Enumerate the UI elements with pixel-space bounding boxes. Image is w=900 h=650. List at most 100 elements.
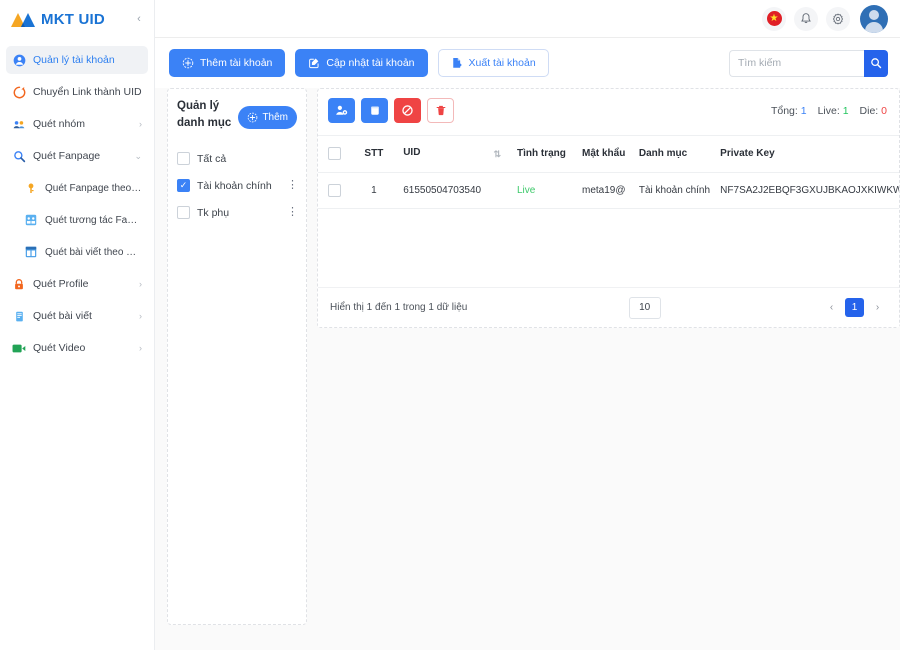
user-settings-icon [336, 105, 348, 115]
chevron-left-icon[interactable]: ‹ [132, 12, 146, 26]
ban-icon [402, 105, 413, 116]
search-input[interactable] [729, 49, 864, 77]
sidebar-item-quet-profile[interactable]: Quét Profile › [6, 270, 148, 298]
column-danh-muc: Danh mục [630, 136, 713, 173]
main-area: ★ Thêm tài khoản Cập nhật tài khoản Xuất… [155, 0, 900, 650]
sidebar-item-label: Quét Fanpage [33, 150, 101, 162]
stat-live-value: 1 [842, 104, 849, 117]
stat-live-label: Live: [817, 104, 840, 117]
category-item-tai-khoan-chinh[interactable]: ✓ Tài khoản chính ⋮ [177, 174, 298, 197]
search-icon [871, 58, 882, 69]
search-button[interactable] [864, 49, 888, 77]
export-file-icon [451, 57, 463, 69]
accounts-table: STT UID ⇅ Tình trạng Mật khẩu Danh mục P… [318, 136, 899, 254]
table-body: 1 61550504703540 Live meta19@ Tài khoản … [318, 172, 899, 254]
add-account-label: Thêm tài khoản [200, 56, 273, 69]
category-list: Tất cả ✓ Tài khoản chính ⋮ Tk phụ ⋮ [177, 147, 298, 224]
category-menu-icon[interactable]: ⋮ [287, 180, 298, 191]
table-row[interactable]: 1 61550504703540 Live meta19@ Tài khoản … [318, 172, 899, 209]
column-mat-khau: Mật khẩu [574, 136, 631, 173]
sidebar-item-chuyen-link-thanh-uid[interactable]: Chuyển Link thành UID [6, 78, 148, 106]
sort-icon[interactable]: ⇅ [493, 149, 501, 160]
stat-total-label: Tổng: [770, 104, 798, 117]
column-stt: STT [352, 136, 396, 173]
delete-button[interactable] [427, 98, 454, 123]
sidebar-item-quet-nhom[interactable]: Quét nhóm › [6, 110, 148, 138]
cell-private-key: NF7SA2J2EBQF3GXUJBKAOJXKIWKW7RAR [712, 172, 899, 209]
category-checkbox[interactable] [177, 152, 190, 166]
table-scroll-area: STT UID ⇅ Tình trạng Mật khẩu Danh mục P… [318, 135, 899, 287]
vietnam-flag-icon[interactable]: ★ [762, 6, 786, 31]
stats-group: Tổng: 1 Live: 1 Die: 0 [771, 105, 887, 117]
row-select-cell [318, 172, 353, 209]
next-page-button[interactable]: › [868, 298, 887, 317]
page-1-button[interactable]: 1 [845, 298, 864, 317]
edit-square-icon [308, 57, 320, 69]
sidebar-item-quan-ly-tai-khoan[interactable]: Quản lý tài khoản [6, 46, 148, 74]
category-header: Quản lý danh mục Thêm [177, 98, 297, 131]
sidebar-item-quet-fanpage[interactable]: Quét Fanpage ⌄ [6, 142, 148, 170]
sidebar-item-quet-bai-viet-theo-fanpage[interactable]: Quét bài viết theo Fanpage [6, 238, 148, 266]
sidebar-item-quet-fanpage-theo-tu-khoa[interactable]: Quét Fanpage theo từ khóa [6, 174, 148, 202]
sidebar-item-quet-bai-viet[interactable]: Quét bài viết › [6, 302, 148, 330]
table-toolbar: Tổng: 1 Live: 1 Die: 0 [318, 98, 899, 123]
empty-cell [318, 208, 899, 254]
user-avatar-icon[interactable] [860, 4, 888, 33]
user-circle-icon [12, 53, 26, 67]
avatar-head [869, 9, 879, 20]
lock-icon [12, 277, 26, 291]
column-uid-label: UID [403, 147, 421, 159]
logo-row: MKT UID ‹ [0, 0, 154, 38]
row-checkbox[interactable] [328, 183, 341, 197]
table-head: STT UID ⇅ Tình trạng Mật khẩu Danh mục P… [318, 136, 899, 173]
category-menu-icon[interactable]: ⋮ [287, 207, 298, 218]
column-tinh-trang: Tình trạng [508, 136, 574, 173]
assign-user-button[interactable] [328, 98, 355, 123]
column-uid[interactable]: UID ⇅ [395, 136, 509, 173]
interaction-icon [24, 213, 38, 227]
chevron-down-icon: ⌄ [134, 150, 142, 161]
add-category-button[interactable]: Thêm [238, 106, 297, 129]
cell-status: Live [508, 172, 574, 209]
toolbar: Thêm tài khoản Cập nhật tài khoản Xuất t… [155, 38, 900, 88]
chevron-right-icon: › [139, 279, 142, 289]
page-size-select[interactable]: 10 [628, 296, 661, 319]
add-account-button[interactable]: Thêm tài khoản [169, 49, 286, 77]
category-title: Quản lý danh mục [177, 100, 232, 129]
sidebar-item-quet-video[interactable]: Quét Video › [6, 334, 148, 362]
cell-password: meta19@ [574, 172, 631, 209]
block-button[interactable] [394, 98, 421, 123]
sidebar-item-quet-tuong-tac-fanpage[interactable]: Quét tương tác Fanpage [6, 206, 148, 234]
prev-page-button[interactable]: ‹ [822, 298, 841, 317]
update-account-button[interactable]: Cập nhật tài khoản [295, 49, 428, 77]
column-private-key: Private Key [712, 136, 899, 173]
sidebar-item-label: Quét Fanpage theo từ khóa [45, 182, 142, 194]
box-icon [370, 106, 379, 115]
group-icon [12, 117, 26, 131]
export-account-button[interactable]: Xuất tài khoản [437, 49, 549, 77]
sidebar: MKT UID ‹ Quản lý tài khoản Chuyển Link … [0, 0, 155, 650]
gear-icon[interactable] [826, 6, 850, 31]
cell-stt: 1 [352, 172, 396, 209]
plus-circle-icon [247, 112, 258, 123]
category-item-tk-phu[interactable]: Tk phụ ⋮ [177, 201, 298, 224]
avatar-body [865, 21, 883, 33]
add-category-label: Thêm [262, 112, 288, 123]
sidebar-item-label: Quét nhóm [33, 118, 85, 130]
pagination-buttons: ‹ 1 › [822, 298, 887, 317]
stat-total: Tổng: 1 [771, 105, 807, 117]
mkt-uid-logo-icon [10, 11, 36, 28]
select-all-checkbox[interactable] [328, 147, 341, 161]
archive-button[interactable] [361, 98, 388, 123]
category-label: Tk phụ [197, 206, 230, 219]
chevron-right-icon: › [139, 311, 142, 321]
bell-icon[interactable] [794, 6, 818, 31]
video-icon [12, 341, 26, 355]
category-item-tat-ca[interactable]: Tất cả [177, 147, 297, 170]
trash-icon [436, 105, 445, 116]
category-checkbox[interactable]: ✓ [177, 179, 190, 193]
cell-uid: 61550504703540 [395, 172, 509, 209]
category-checkbox[interactable] [177, 206, 190, 220]
table-header-row: STT UID ⇅ Tình trạng Mật khẩu Danh mục P… [318, 136, 899, 173]
select-all-header [318, 136, 353, 173]
